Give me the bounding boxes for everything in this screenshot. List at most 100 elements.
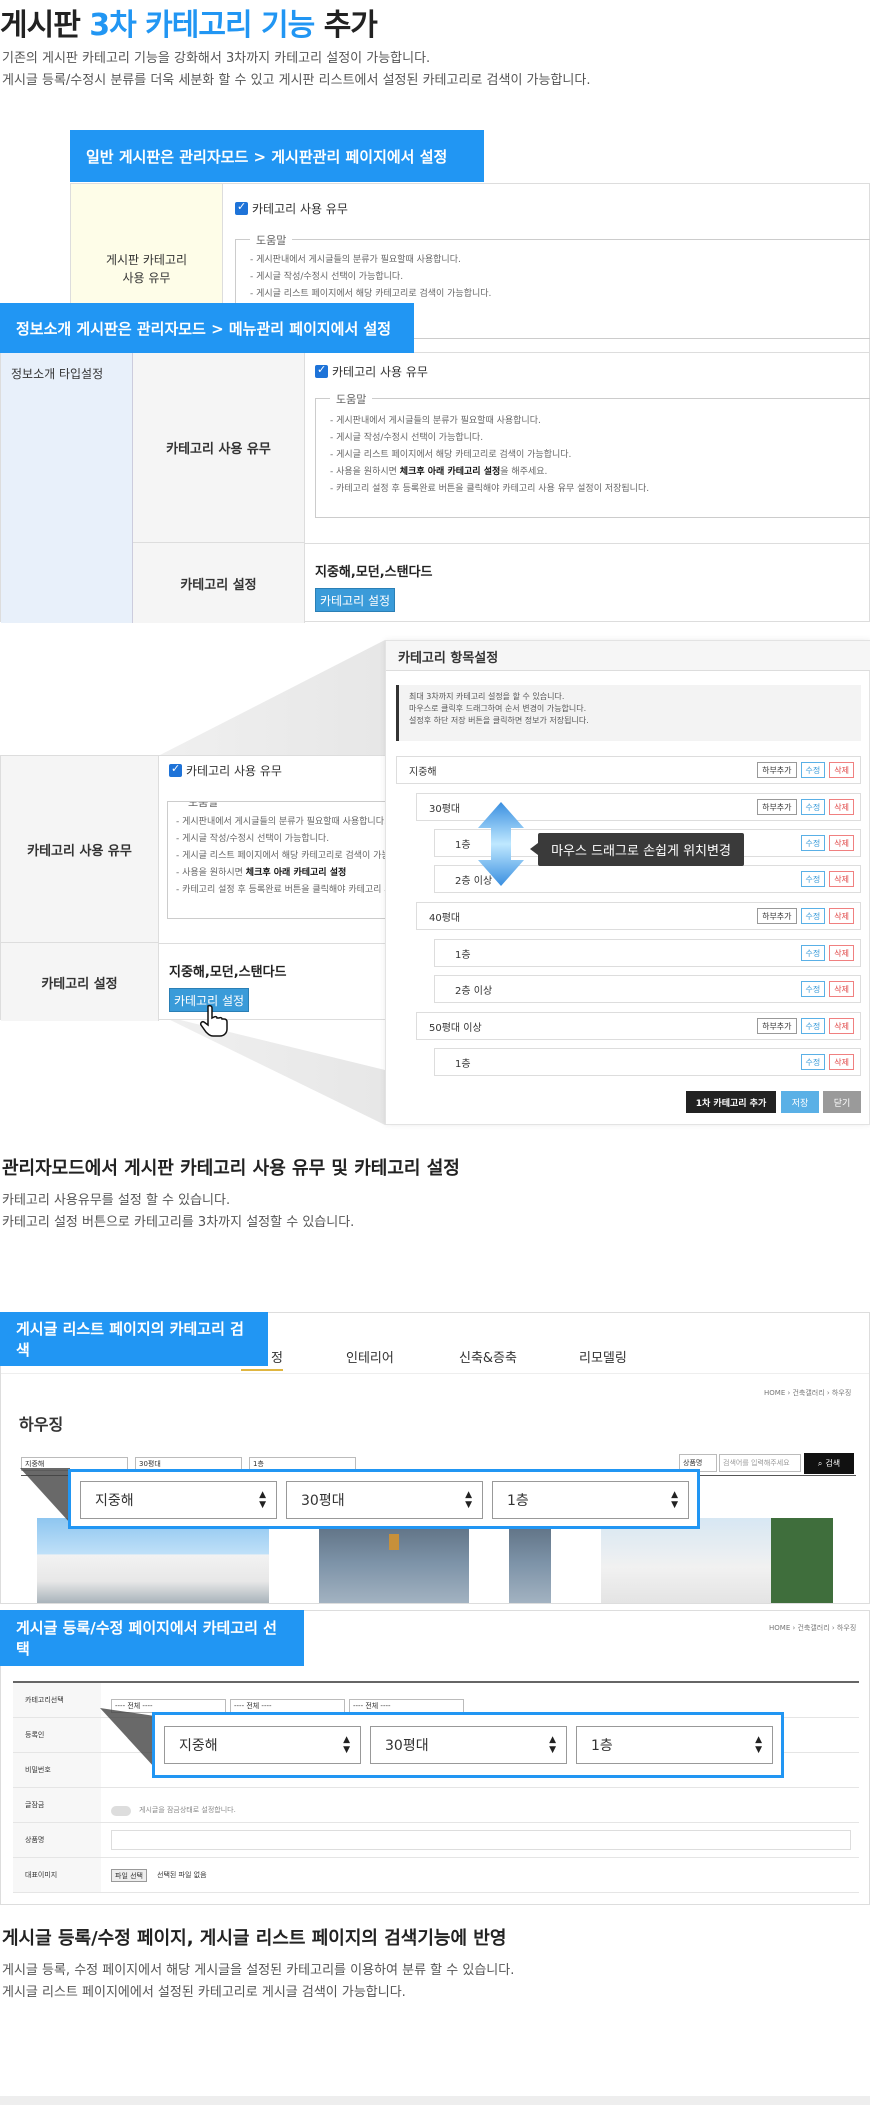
drag-tooltip: 마우스 드래그로 손쉽게 위치변경 — [538, 833, 744, 866]
file-select-button[interactable]: 파일 선택 — [111, 1869, 147, 1882]
category-label: 1층 — [455, 1058, 471, 1070]
delete-button[interactable]: 삭제 — [829, 871, 854, 887]
edit-button[interactable]: 수정 — [800, 908, 826, 924]
select-arrow-icon: ▲ ▼ — [343, 1735, 350, 1755]
category-values: 지중해,모던,스탠다드 — [169, 965, 287, 980]
add-child-button[interactable]: 하부추가 — [757, 762, 797, 778]
delete-button[interactable]: 삭제 — [829, 908, 854, 924]
delete-button[interactable]: 삭제 — [829, 981, 854, 997]
add-child-button[interactable]: 하부추가 — [757, 908, 797, 924]
section5-description: 게시글 등록, 수정 페이지에서 해당 게시글을 설정된 카테고리를 이용하여 … — [2, 1963, 515, 2000]
big-select-3[interactable]: 1층 ▲ ▼ — [492, 1481, 689, 1519]
product-name-input[interactable] — [111, 1830, 851, 1850]
category-label: 30평대 — [429, 803, 461, 815]
row-actions: 하부추가 수정 삭제 — [757, 1018, 854, 1034]
category-label: 50평대 이상 — [429, 1022, 482, 1034]
edit-button[interactable]: 수정 — [800, 762, 826, 778]
tag-write-page: 게시글 등록/수정 페이지에서 카테고리 선택 — [0, 1610, 304, 1666]
row-actions: 하부추가 수정 삭제 — [757, 762, 854, 778]
category-use-label: 카테고리 사용 유무 — [1, 756, 159, 943]
form-row-label: 등록인 — [13, 1718, 101, 1753]
lock-toggle[interactable] — [111, 1806, 131, 1816]
divider — [101, 1892, 859, 1893]
delete-button[interactable]: 삭제 — [829, 835, 854, 851]
info-type-cell: 정보소개 타입설정 — [1, 353, 133, 623]
category-row[interactable]: 40평대 하부추가 수정 삭제 — [416, 902, 861, 930]
big-select-2[interactable]: 30평대 ▲ ▼ — [286, 1481, 483, 1519]
select-arrow-icon: ▲ ▼ — [755, 1735, 762, 1755]
category-use-checkbox[interactable]: 카테고리 사용 유무 — [315, 363, 428, 380]
form-row-label: 카테고리선택 — [13, 1683, 101, 1718]
edit-button[interactable]: 수정 — [800, 945, 826, 961]
tab-new-extension[interactable]: 신축&증축 — [459, 1347, 517, 1366]
save-button[interactable]: 저장 — [781, 1091, 819, 1113]
category-row[interactable]: 50평대 이상 하부추가 수정 삭제 — [416, 1012, 861, 1040]
zoom-projection — [100, 1708, 155, 1768]
big-select-1[interactable]: 지중해 ▲ ▼ — [164, 1726, 361, 1764]
checkbox-icon[interactable] — [235, 200, 248, 215]
category-use-checkbox[interactable]: 카테고리 사용 유무 — [169, 762, 282, 779]
divider — [159, 943, 389, 944]
breadcrumb: HOME › 건축갤러리 › 하우징 — [769, 1624, 857, 1632]
help-lines: - 게시판내에서 게시글들의 분류가 필요할때 사용합니다. - 게시글 작성/… — [176, 817, 388, 895]
edit-button[interactable]: 수정 — [800, 1018, 826, 1034]
category-use-label: 카테고리 사용 유무 — [133, 353, 305, 543]
section2-description: 카테고리 사용유무를 설정 할 수 있습니다. 카테고리 설정 버튼으로 카테고… — [2, 1193, 355, 1230]
delete-button[interactable]: 삭제 — [829, 1054, 854, 1070]
big-select-2[interactable]: 30평대 ▲ ▼ — [370, 1726, 567, 1764]
category-setting-label: 카테고리 설정 — [1, 943, 159, 1021]
search-button[interactable]: ⌕ 검색 — [804, 1453, 854, 1474]
edit-button[interactable]: 수정 — [800, 835, 826, 851]
edit-button[interactable]: 수정 — [800, 1054, 826, 1070]
divider — [13, 1681, 859, 1683]
big-select-3[interactable]: 1층 ▲ ▼ — [576, 1726, 773, 1764]
category-label: 40평대 — [429, 912, 461, 924]
help-lines: - 게시판내에서 게시글들의 분류가 필요할때 사용합니다. - 게시글 작성/… — [330, 416, 650, 494]
delete-button[interactable]: 삭제 — [829, 799, 854, 815]
tab-remodeling[interactable]: 리모델링 — [579, 1347, 627, 1366]
checkbox-icon[interactable] — [315, 363, 328, 378]
category-use-checkbox[interactable]: 카테고리 사용 유무 — [235, 200, 348, 217]
breadcrumb: HOME › 건축갤러리 › 하우징 — [764, 1389, 852, 1397]
category-row[interactable]: 1층 수정 삭제 — [434, 939, 861, 967]
modal-title: 카테고리 항목설정 — [386, 641, 870, 671]
tab-interior[interactable]: 인테리어 — [346, 1347, 394, 1366]
mini-select-2[interactable]: ---- 전체 ---- — [230, 1699, 345, 1713]
category-values: 지중해,모던,스탠다드 — [315, 565, 433, 580]
house-photo-3[interactable] — [601, 1518, 833, 1603]
add-first-category-button[interactable]: 1차 카테고리 추가 — [686, 1091, 776, 1113]
row-actions: 수정 삭제 — [800, 981, 854, 997]
title-pre: 게시판 — [0, 8, 81, 43]
search-input[interactable]: 검색어를 입력해주세요 — [719, 1454, 801, 1472]
delete-button[interactable]: 삭제 — [829, 762, 854, 778]
add-child-button[interactable]: 하부추가 — [757, 1018, 797, 1034]
category-row[interactable]: 2층 이상 수정 삭제 — [434, 975, 861, 1003]
category-row[interactable]: 1층 수정 삭제 — [434, 1048, 861, 1076]
help-legend: 도움말 — [182, 802, 225, 810]
tab-architecture-partial[interactable]: 정 — [271, 1347, 283, 1366]
category-setting-label: 카테고리 설정 — [133, 543, 305, 623]
big-select-1[interactable]: 지중해 ▲ ▼ — [80, 1481, 277, 1519]
tag-general-board: 일반 게시판은 관리자모드 > 게시판관리 페이지에서 설정 — [70, 130, 484, 182]
drag-arrow-icon — [478, 802, 524, 886]
search-icon: ⌕ — [817, 1458, 823, 1468]
header-desc-line: 게시글 등록/수정시 분류를 더욱 세분화 할 수 있고 게시판 리스트에서 설… — [2, 73, 591, 88]
delete-button[interactable]: 삭제 — [829, 1018, 854, 1034]
checkbox-icon[interactable] — [169, 762, 182, 777]
add-child-button[interactable]: 하부추가 — [757, 799, 797, 815]
category-row[interactable]: 지중해 하부추가 수정 삭제 — [396, 756, 861, 784]
close-button[interactable]: 닫기 — [823, 1091, 861, 1113]
tag-info-board: 정보소개 게시판은 관리자모드 > 메뉴관리 페이지에서 설정 — [0, 303, 414, 353]
category-label: 2층 이상 — [455, 985, 493, 997]
category-setting-button[interactable]: 카테고리 설정 — [315, 588, 395, 612]
form-row-label: 상품명 — [13, 1823, 101, 1858]
edit-button[interactable]: 수정 — [800, 871, 826, 887]
info-type-label: 정보소개 타입설정 — [11, 367, 104, 381]
delete-button[interactable]: 삭제 — [829, 945, 854, 961]
house-photo-2[interactable] — [319, 1518, 551, 1603]
row-actions: 수정 삭제 — [800, 871, 854, 887]
edit-button[interactable]: 수정 — [800, 799, 826, 815]
category-modal: 카테고리 항목설정 최대 3차까지 카테고리 설정을 할 수 있습니다. 마우스… — [385, 640, 870, 1125]
edit-button[interactable]: 수정 — [800, 981, 826, 997]
mini-select-3[interactable]: ---- 전체 ---- — [349, 1699, 464, 1713]
